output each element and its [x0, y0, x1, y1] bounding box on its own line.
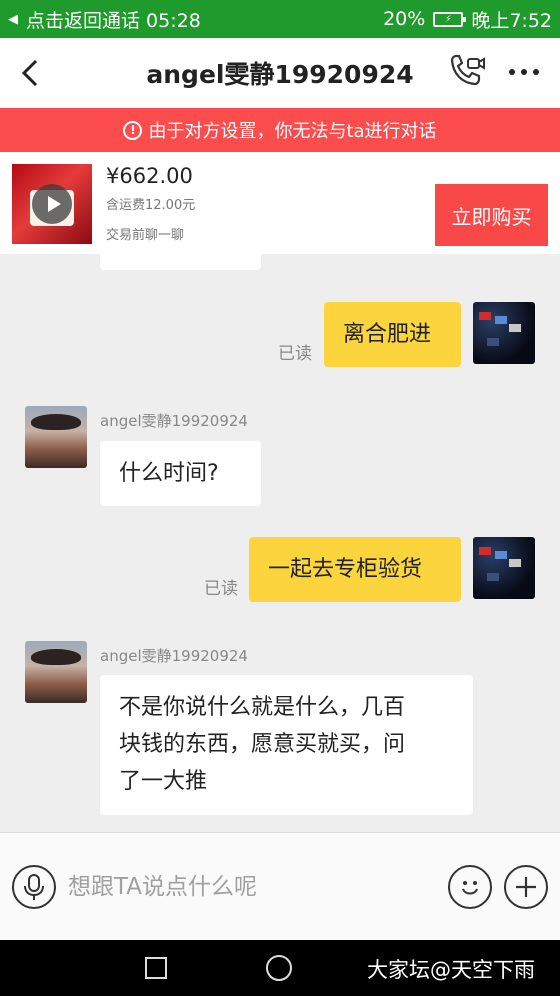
- cannot-chat-banner: ! 由于对方设置，你无法与ta进行对话: [0, 108, 560, 152]
- my-avatar[interactable]: [473, 302, 535, 364]
- product-card: ¥662.00 含运费12.00元 交易前聊一聊 立即购买: [0, 152, 560, 254]
- contact-nickname: angel雯静19920924: [100, 412, 248, 430]
- play-icon[interactable]: [32, 184, 72, 224]
- phone-video-icon: [450, 54, 485, 86]
- outgoing-message[interactable]: 离合肥进: [324, 302, 461, 367]
- return-to-call[interactable]: ◀ 点击返回通话 05:28: [8, 6, 201, 33]
- product-thumbnail[interactable]: [12, 164, 92, 244]
- more-button[interactable]: [502, 50, 546, 94]
- my-avatar[interactable]: [473, 537, 535, 599]
- system-nav-bar: 大家坛@天空下雨: [0, 940, 560, 996]
- read-receipt: 已读: [278, 344, 312, 364]
- home-icon[interactable]: [266, 955, 292, 981]
- input-bar: [0, 832, 560, 940]
- product-price: ¥662.00: [106, 164, 193, 188]
- recent-apps-icon[interactable]: [145, 957, 167, 979]
- back-button[interactable]: [0, 38, 60, 108]
- banner-text: 由于对方设置，你无法与ta进行对话: [148, 121, 437, 142]
- message-input[interactable]: [68, 865, 438, 909]
- outgoing-message[interactable]: 一起去专柜验货: [249, 537, 461, 602]
- message-list[interactable]: 已读 离合肥进 angel雯静19920924 什么时间? 已读 一起去专柜验货…: [0, 254, 560, 832]
- incoming-message[interactable]: 什么时间?: [100, 441, 261, 506]
- message-line: 了一大推: [119, 769, 208, 794]
- emoji-button[interactable]: [448, 865, 492, 909]
- info-icon: !: [123, 120, 143, 140]
- buy-now-button[interactable]: 立即购买: [435, 184, 548, 246]
- triangle-left-icon: ◀: [8, 11, 18, 27]
- battery-percent: 20%: [383, 8, 426, 30]
- microphone-icon: [24, 874, 44, 900]
- read-receipt: 已读: [204, 579, 238, 599]
- chat-header: angel雯静19920924: [0, 38, 560, 108]
- emoji-smile-icon: [462, 881, 478, 895]
- call-return-text: 点击返回通话 05:28: [26, 9, 201, 32]
- battery-icon: ⚡: [433, 11, 467, 27]
- contact-avatar[interactable]: [25, 406, 87, 468]
- clock: 晚上7:52: [471, 9, 552, 32]
- more-dots-icon: [509, 69, 539, 75]
- more-actions-button[interactable]: [504, 865, 548, 909]
- message-line: 块钱的东西，愿意买就买，问: [119, 732, 406, 757]
- call-button[interactable]: [444, 50, 488, 94]
- status-bar: ◀ 点击返回通话 05:28 20% ⚡ 晚上7:52: [0, 0, 560, 38]
- back-arrow-icon: [21, 59, 38, 87]
- chat-before-trade: 交易前聊一聊: [106, 228, 185, 243]
- contact-nickname: angel雯静19920924: [100, 647, 248, 665]
- contact-avatar[interactable]: [25, 641, 87, 703]
- shipping-fee: 含运费12.00元: [106, 198, 196, 213]
- previous-message-bubble: [100, 254, 261, 270]
- message-line: 不是你说什么就是什么，几百: [119, 695, 406, 720]
- watermark: 大家坛@天空下雨: [367, 958, 535, 982]
- incoming-message[interactable]: 不是你说什么就是什么，几百 块钱的东西，愿意买就买，问 了一大推: [100, 675, 473, 815]
- voice-button[interactable]: [12, 865, 56, 909]
- plus-icon: [516, 877, 536, 897]
